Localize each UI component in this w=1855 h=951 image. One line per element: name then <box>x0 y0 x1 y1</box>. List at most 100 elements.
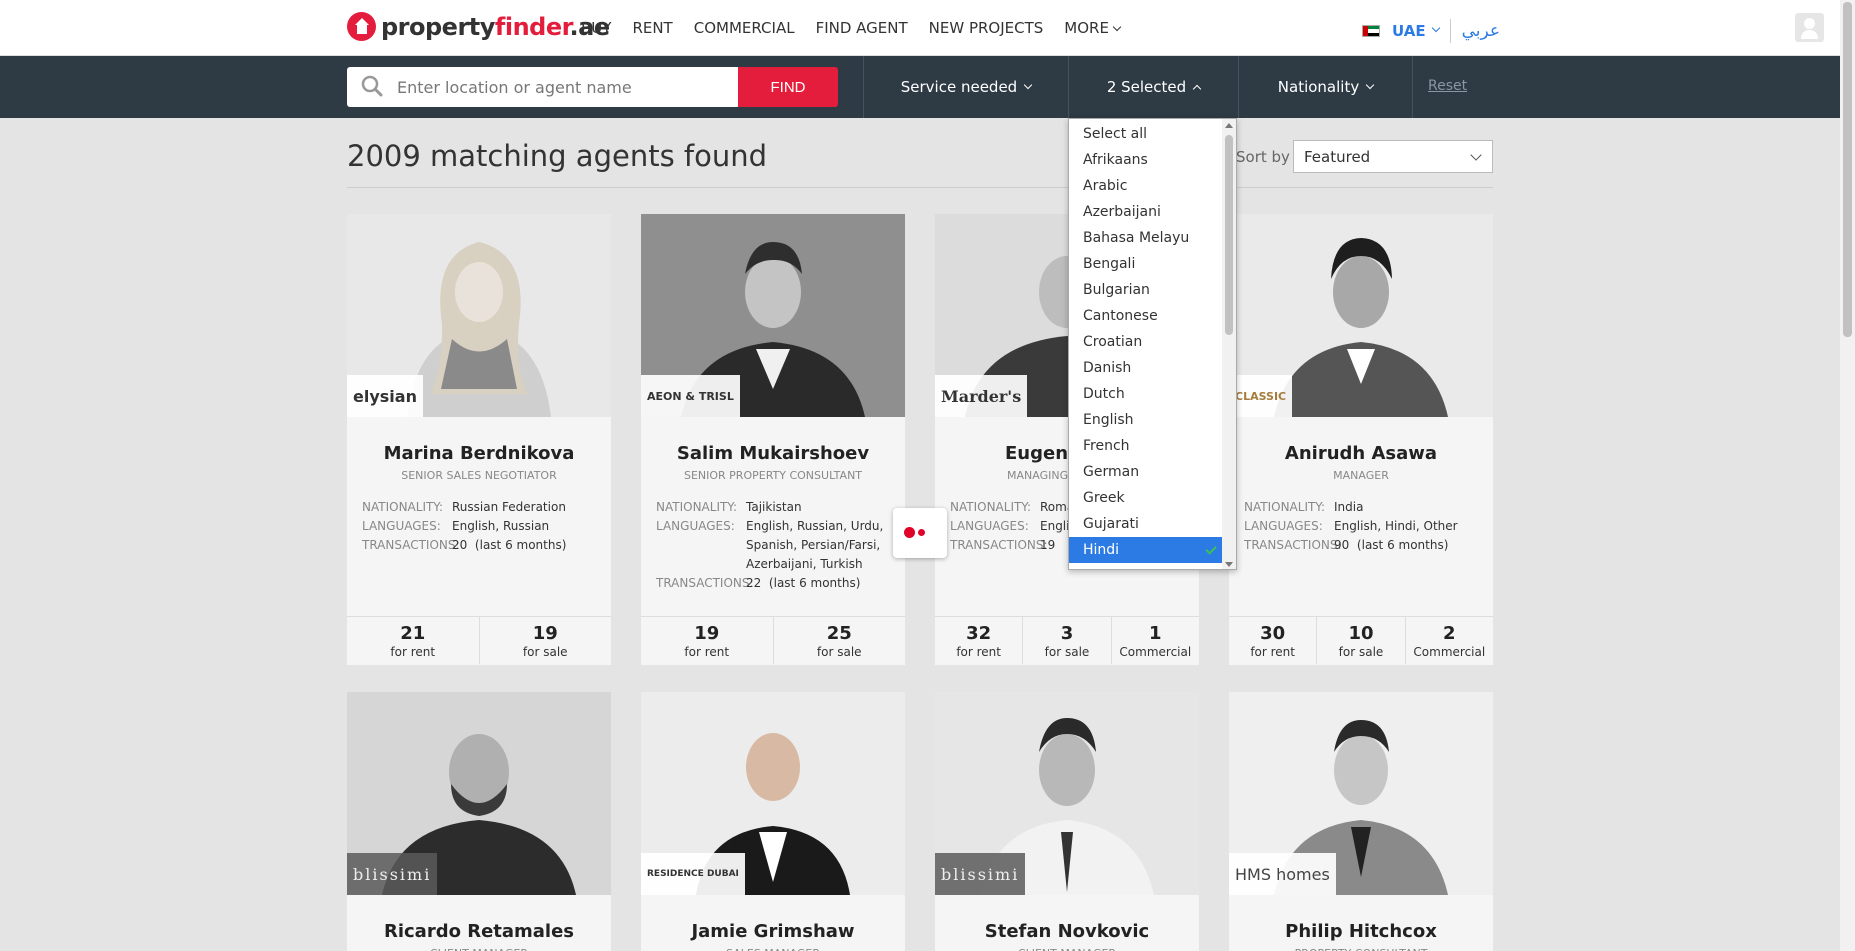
stat-commercial[interactable]: 1 Commercial <box>1112 617 1199 664</box>
stat-commercial[interactable]: 2 Commercial <box>1406 617 1493 664</box>
language-option-label: Hindi <box>1083 542 1120 558</box>
agency-logo: elysian <box>347 375 423 417</box>
agent-card[interactable]: AEON & TRISL Salim Mukairshoev SENIOR PR… <box>641 214 905 665</box>
language-option[interactable]: Greek <box>1069 485 1222 511</box>
agent-role: CLIENT MANAGER <box>347 947 611 951</box>
country-selector[interactable]: UAE <box>1392 22 1426 40</box>
agency-logo: Marder's <box>935 375 1028 417</box>
agent-card[interactable]: elysian Marina Berdnikova SENIOR SALES N… <box>347 214 611 665</box>
language-option[interactable]: Arabic <box>1069 173 1222 199</box>
scrollbar-thumb[interactable] <box>1225 135 1233 335</box>
scroll-up-arrow-icon[interactable] <box>1225 123 1233 128</box>
agent-name[interactable]: Philip Hitchcox <box>1229 921 1493 942</box>
nav-find-agent[interactable]: FIND AGENT <box>816 19 908 37</box>
dropdown-select-all[interactable]: Select all <box>1069 121 1222 147</box>
language-option[interactable]: Bengali <box>1069 251 1222 277</box>
agency-logo: blissimi <box>347 853 438 895</box>
agent-photo[interactable]: blissimi <box>935 692 1199 895</box>
agent-photo[interactable]: CLASSIC <box>1229 214 1493 417</box>
nav-rent[interactable]: RENT <box>632 19 672 37</box>
sort-select[interactable]: Featured <box>1293 140 1493 173</box>
agent-photo[interactable]: blissimi <box>347 692 611 895</box>
language-option[interactable]: French <box>1069 433 1222 459</box>
nationality-filter-label: Nationality <box>1277 78 1360 96</box>
find-button[interactable]: FIND <box>738 67 838 107</box>
language-option[interactable]: Gujarati <box>1069 511 1222 537</box>
chevron-down-icon <box>1431 23 1440 33</box>
agent-name[interactable]: Ricardo Retamales <box>347 921 611 942</box>
search-input-wrapper <box>347 67 738 107</box>
languages-dropdown: Select all Afrikaans Arabic Azerbaijani … <box>1068 118 1237 570</box>
agent-info: NATIONALITY: India LANGUAGES: English, Hin… <box>1244 500 1458 552</box>
dot-icon <box>904 527 915 538</box>
agent-role: SENIOR PROPERTY CONSULTANT <box>683 469 863 482</box>
agency-logo: CLASSIC <box>1229 375 1293 417</box>
stat-for-sale[interactable]: 10 for sale <box>1317 617 1406 664</box>
nav-buy[interactable]: BUY <box>581 19 611 37</box>
scrollbar-thumb[interactable] <box>1843 2 1852 337</box>
sort-label: Sort by <box>1236 148 1290 166</box>
language-option[interactable]: Afrikaans <box>1069 147 1222 173</box>
agent-name[interactable]: Jamie Grimshaw <box>641 921 905 942</box>
stat-for-sale[interactable]: 3 for sale <box>1023 617 1112 664</box>
search-input[interactable] <box>397 67 732 107</box>
agent-role: PROPERTY CONSULTANT <box>1229 947 1493 951</box>
service-needed-filter[interactable]: Service needed <box>863 56 1068 118</box>
stat-for-rent[interactable]: 32 for rent <box>935 617 1024 664</box>
chevron-down-icon <box>1112 22 1122 32</box>
agent-card[interactable]: RESIDENCE DUBAI Jamie Grimshaw SALES MAN… <box>641 692 905 951</box>
stat-for-rent[interactable]: 21 for rent <box>347 617 480 664</box>
language-option[interactable]: German <box>1069 459 1222 485</box>
user-account-icon[interactable] <box>1795 13 1824 42</box>
agent-name[interactable]: Marina Berdnikova <box>347 443 611 464</box>
language-option-selected[interactable]: Hindi <box>1069 537 1222 563</box>
site-logo[interactable]: propertyfinder.ae <box>347 12 610 41</box>
agency-logo: RESIDENCE DUBAI <box>641 853 745 895</box>
dropdown-scrollbar[interactable] <box>1222 119 1236 569</box>
agent-card[interactable]: blissimi Ricardo Retamales CLIENT MANAGE… <box>347 692 611 951</box>
agent-card[interactable]: blissimi Stefan Novkovic CLIENT MANAGER <box>935 692 1199 951</box>
nav-more[interactable]: MORE <box>1064 19 1122 37</box>
agent-info: NATIONALITY: Russian Federation LANGUAGES… <box>362 500 567 552</box>
agent-name[interactable]: Salim Mukairshoev <box>641 443 905 464</box>
agent-name[interactable]: Stefan Novkovic <box>935 921 1199 942</box>
arabic-language-link[interactable]: عربي <box>1462 21 1500 41</box>
agent-photo[interactable]: elysian <box>347 214 611 417</box>
scroll-down-arrow-icon[interactable] <box>1225 562 1233 567</box>
nav-new-projects[interactable]: NEW PROJECTS <box>929 19 1044 37</box>
reset-link[interactable]: Reset <box>1428 78 1467 94</box>
results-count-title: 2009 matching agents found <box>347 139 768 173</box>
languages-filter[interactable]: 2 Selected <box>1068 56 1238 118</box>
language-option[interactable]: Bahasa Melayu <box>1069 225 1222 251</box>
agent-role: SALES MANAGER <box>641 947 905 951</box>
agent-card[interactable]: CLASSIC Anirudh Asawa MANAGER NATIONALIT… <box>1229 214 1493 665</box>
agent-card[interactable]: HMS homes Philip Hitchcox PROPERTY CONSU… <box>1229 692 1493 951</box>
nav-commercial[interactable]: COMMERCIAL <box>694 19 795 37</box>
stat-for-rent[interactable]: 19 for rent <box>641 617 774 664</box>
page-scrollbar[interactable] <box>1840 0 1855 951</box>
floating-widget[interactable] <box>893 508 947 558</box>
language-option[interactable]: Bulgarian <box>1069 277 1222 303</box>
agent-info: NATIONALITY: Tajikistan LANGUAGES: English… <box>656 500 884 590</box>
language-option[interactable]: Croatian <box>1069 329 1222 355</box>
agent-listing-stats: 21 for rent 19 for sale <box>347 616 611 664</box>
language-option[interactable]: English <box>1069 407 1222 433</box>
stat-for-sale[interactable]: 25 for sale <box>774 617 906 664</box>
nationality-filter[interactable]: Nationality <box>1238 56 1412 118</box>
main-nav: BUY RENT COMMERCIAL FIND AGENT NEW PROJE… <box>581 19 1141 37</box>
stat-for-sale[interactable]: 19 for sale <box>480 617 612 664</box>
search-bar: FIND Service needed 2 Selected Nationali… <box>0 56 1840 118</box>
language-option[interactable]: Cantonese <box>1069 303 1222 329</box>
agency-logo: blissimi <box>935 853 1026 895</box>
agent-role: SENIOR SALES NEGOTIATOR <box>401 469 557 482</box>
agent-photo[interactable]: RESIDENCE DUBAI <box>641 692 905 895</box>
agent-name[interactable]: Anirudh Asawa <box>1229 443 1493 464</box>
stat-for-rent[interactable]: 30 for rent <box>1229 617 1318 664</box>
country-switcher: UAE عربي <box>1362 19 1500 43</box>
dot-icon <box>918 529 925 536</box>
agent-photo[interactable]: AEON & TRISL <box>641 214 905 417</box>
language-option[interactable]: Dutch <box>1069 381 1222 407</box>
language-option[interactable]: Azerbaijani <box>1069 199 1222 225</box>
language-option[interactable]: Danish <box>1069 355 1222 381</box>
agent-photo[interactable]: HMS homes <box>1229 692 1493 895</box>
